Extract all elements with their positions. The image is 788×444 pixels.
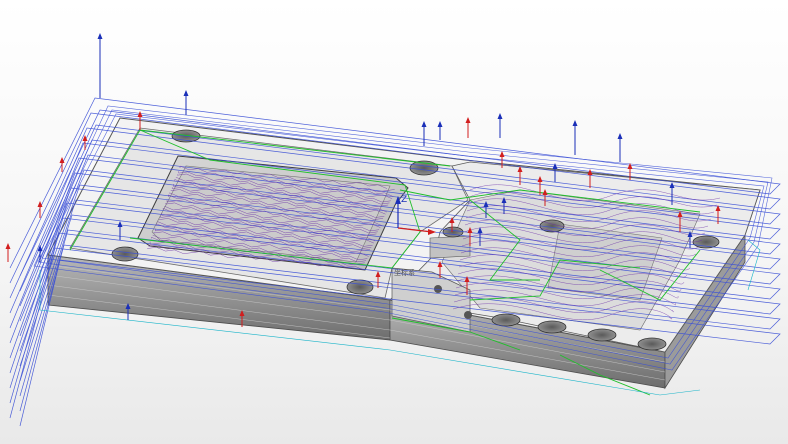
red-arrow-icon	[465, 117, 471, 138]
red-arrow-icon	[37, 201, 43, 218]
blue-arrow-icon	[617, 133, 623, 162]
hole-7[interactable]	[537, 320, 567, 334]
blue-arrow-icon	[572, 120, 578, 155]
hole-13[interactable]	[464, 311, 472, 319]
hole-3[interactable]	[111, 246, 139, 262]
blue-arrow-icon	[437, 121, 443, 140]
hole-6[interactable]	[491, 313, 521, 327]
blue-arrow-icon	[497, 113, 503, 138]
hole-9[interactable]	[637, 337, 667, 351]
origin-label: 坐标系	[394, 269, 415, 277]
cam-3d-viewport[interactable]: Z 坐标系	[0, 0, 788, 444]
part-toolpath-scene[interactable]: Z	[0, 0, 788, 444]
red-arrow-icon	[5, 243, 11, 262]
blue-arrow-icon	[97, 33, 103, 98]
hole-4[interactable]	[346, 279, 374, 295]
blue-arrow-icon	[183, 90, 189, 115]
axis-z-label: Z	[401, 195, 407, 205]
hole-8[interactable]	[587, 328, 617, 342]
